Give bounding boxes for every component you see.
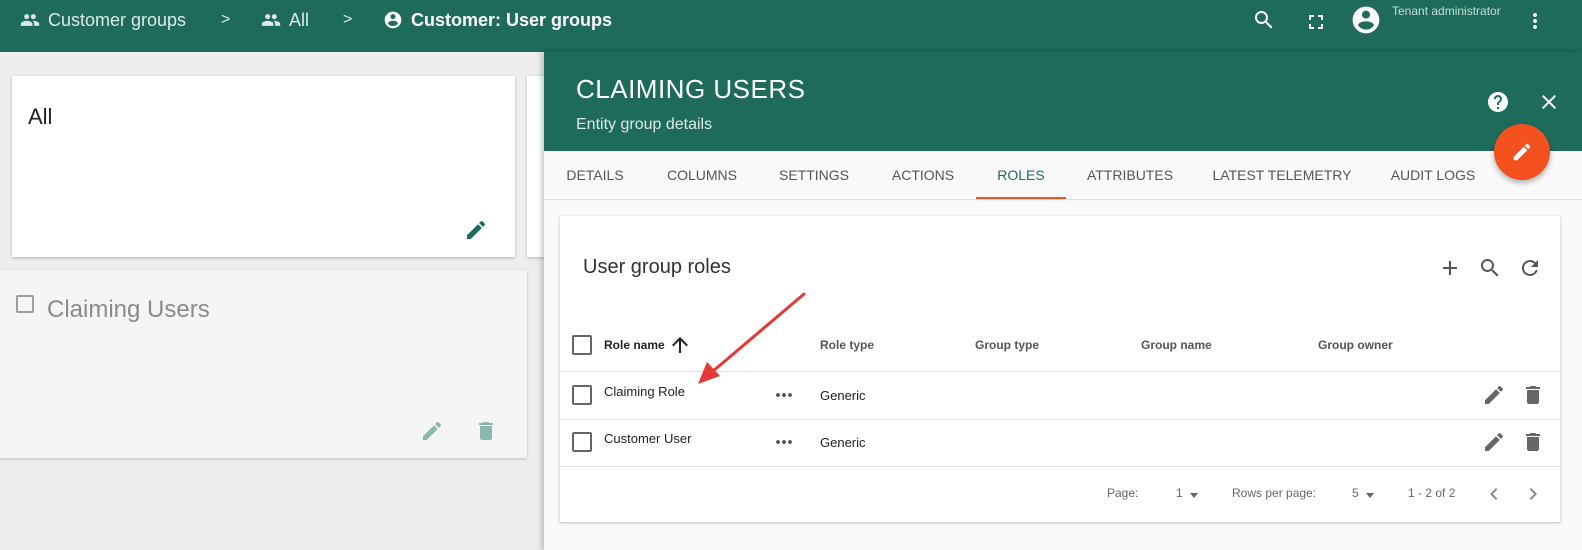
chevron-left-icon[interactable] [1482, 482, 1506, 506]
panel-header: CLAIMING USERS Entity group details [544, 52, 1582, 151]
group-card-title: Claiming Users [47, 296, 210, 323]
breadcrumb-all[interactable]: All [261, 0, 309, 40]
roles-title: User group roles [583, 256, 731, 278]
fullscreen-icon[interactable] [1304, 10, 1328, 34]
breadcrumb-separator: > [343, 11, 353, 28]
page-select[interactable]: 1 [1176, 486, 1183, 500]
column-group-name[interactable]: Group name [1141, 319, 1212, 371]
close-icon[interactable] [1537, 90, 1561, 114]
tab-attributes[interactable]: ATTRIBUTES [1066, 151, 1194, 199]
row-checkbox[interactable] [572, 385, 592, 405]
people-icon [20, 14, 40, 26]
rows-per-page-select[interactable]: 5 [1352, 486, 1359, 500]
tab-settings[interactable]: SETTINGS [758, 151, 870, 199]
table-row[interactable]: Customer User Generic [560, 419, 1560, 467]
account-circle-icon [384, 11, 402, 29]
tab-latest-telemetry[interactable]: LATEST TELEMETRY [1194, 151, 1370, 199]
edit-icon[interactable] [1482, 430, 1506, 454]
page-label: Page: [1107, 486, 1139, 500]
table-row[interactable]: Claiming Role Generic [560, 372, 1560, 420]
paginator: Page: 1 Rows per page: 5 1 - 2 of 2 [560, 466, 1560, 522]
chevron-down-icon[interactable] [1366, 493, 1374, 498]
tab-details[interactable]: DETAILS [544, 151, 646, 199]
group-card-claiming-users[interactable]: Claiming Users [0, 270, 527, 458]
help-icon[interactable] [1486, 90, 1510, 114]
sort-arrow-up-icon[interactable] [668, 333, 692, 357]
tab-roles[interactable]: ROLES [976, 151, 1066, 199]
role-type-cell: Generic [820, 435, 866, 450]
column-role-name[interactable]: Role name [604, 319, 665, 371]
edit-icon[interactable] [1482, 383, 1506, 407]
edit-icon[interactable] [420, 419, 444, 443]
page-range: 1 - 2 of 2 [1408, 486, 1456, 500]
rows-per-page-label: Rows per page: [1232, 486, 1317, 500]
group-card-all[interactable]: All [12, 76, 515, 257]
people-icon [261, 14, 281, 26]
group-card-partial [527, 76, 544, 257]
role-name-cell: Customer User [604, 431, 692, 446]
delete-icon[interactable] [1521, 383, 1545, 407]
edit-icon[interactable] [464, 218, 488, 242]
delete-icon[interactable] [1521, 430, 1545, 454]
breadcrumb-current: Customer: User groups [383, 0, 612, 40]
more-horiz-icon[interactable] [772, 430, 796, 454]
row-checkbox[interactable] [572, 432, 592, 452]
top-toolbar: Customer groups > All > Customer: User g… [0, 0, 1582, 52]
breadcrumb-label: All [289, 9, 310, 30]
chevron-down-icon[interactable] [1190, 493, 1198, 498]
edit-fab-button[interactable] [1494, 124, 1550, 180]
tab-columns[interactable]: COLUMNS [646, 151, 758, 199]
column-role-type[interactable]: Role type [820, 319, 874, 371]
panel-title: CLAIMING USERS [576, 74, 806, 104]
more-horiz-icon[interactable] [772, 383, 796, 407]
role-name-cell: Claiming Role [604, 384, 685, 399]
group-card-checkbox[interactable] [16, 295, 34, 313]
edit-icon [1513, 143, 1531, 161]
search-icon[interactable] [1478, 256, 1502, 280]
entity-group-details-panel: CLAIMING USERS Entity group details DETA… [544, 52, 1582, 550]
user-group-roles-card: User group roles Role name Role type Gro… [560, 216, 1560, 522]
breadcrumb-label: Customer: User groups [411, 9, 613, 30]
column-group-owner[interactable]: Group owner [1318, 319, 1393, 371]
tab-audit-logs[interactable]: AUDIT LOGS [1370, 151, 1496, 199]
add-icon[interactable] [1438, 256, 1462, 280]
tab-actions[interactable]: ACTIONS [870, 151, 976, 199]
refresh-icon[interactable] [1518, 256, 1542, 280]
tab-bar: DETAILS COLUMNS SETTINGS ACTIONS ROLES A… [544, 151, 1582, 200]
search-icon[interactable] [1252, 8, 1276, 32]
breadcrumb-customer-groups[interactable]: Customer groups [20, 0, 186, 40]
role-type-cell: Generic [820, 388, 866, 403]
user-role: Tenant administrator [1392, 4, 1501, 18]
panel-subtitle: Entity group details [576, 116, 713, 133]
breadcrumb-label: Customer groups [48, 9, 187, 30]
table-header: Role name Role type Group type Group nam… [560, 319, 1560, 372]
more-vert-icon[interactable] [1523, 9, 1547, 33]
breadcrumb-separator: > [221, 11, 231, 28]
delete-icon[interactable] [474, 419, 498, 443]
account-circle-icon[interactable] [1350, 4, 1382, 36]
group-card-title: All [28, 104, 53, 129]
column-group-type[interactable]: Group type [975, 319, 1039, 371]
chevron-right-icon[interactable] [1521, 482, 1545, 506]
select-all-checkbox[interactable] [572, 335, 592, 355]
